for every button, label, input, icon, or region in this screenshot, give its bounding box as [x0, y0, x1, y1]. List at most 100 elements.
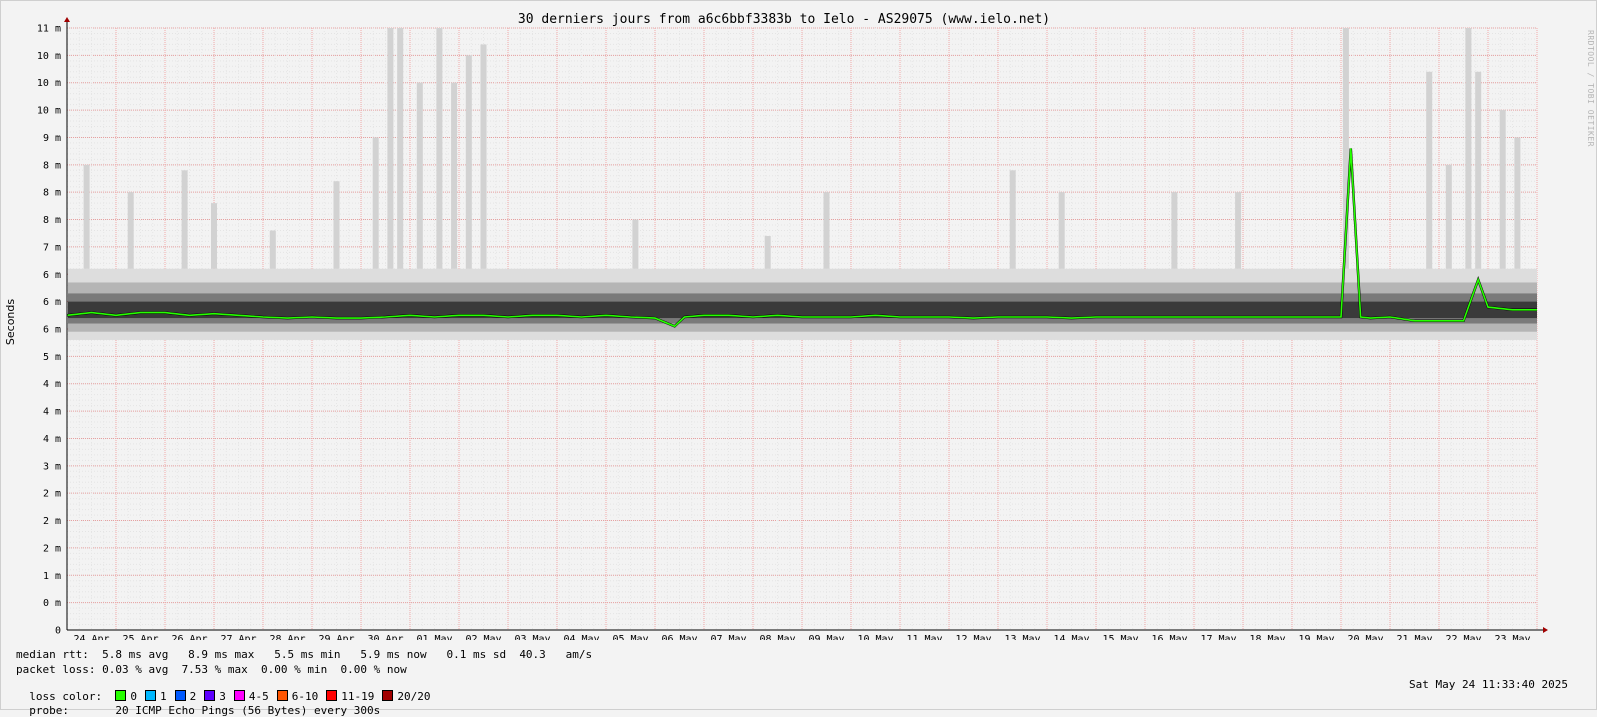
x-tick-label: 11 May	[906, 634, 942, 640]
spike-bar	[1445, 164, 1452, 269]
y-tick-label: 2 m	[43, 516, 61, 527]
y-tick-label: 8 m	[43, 215, 61, 226]
spike-bar	[1514, 137, 1521, 269]
y-tick-label: 4 m	[43, 407, 61, 418]
y-tick-label: 0	[55, 626, 61, 637]
spike-bar	[436, 28, 443, 269]
x-tick-label: 06 May	[661, 634, 697, 640]
spike-bar	[1171, 192, 1178, 269]
chart-title: 30 derniers jours from a6c6bbf3383b to I…	[518, 12, 1050, 27]
x-tick-label: 25 Apr	[122, 634, 158, 640]
x-tick-labels: 24 Apr 25 Apr 26 Apr 27 Apr 28 Apr 29 Apr 30 A…	[73, 634, 1530, 640]
x-tick-label: 16 May	[1151, 634, 1187, 640]
y-tick-label: 6 m	[43, 325, 61, 336]
x-tick-label: 05 May	[612, 634, 648, 640]
spike-bar	[211, 203, 217, 269]
x-tick-label: 03 May	[514, 634, 550, 640]
x-tick-label: 09 May	[808, 634, 844, 640]
spike-bar	[1465, 28, 1472, 269]
spike-bar	[387, 28, 394, 269]
spike-bar	[127, 192, 134, 269]
spike-bar	[764, 235, 771, 269]
spike-bar	[632, 219, 639, 269]
spike-bar	[397, 28, 404, 269]
x-tick-label: 12 May	[955, 634, 991, 640]
loss-color-text: 20/20	[397, 690, 431, 703]
spike-bar	[1058, 192, 1065, 269]
x-tick-label: 26 Apr	[171, 634, 207, 640]
x-tick-label: 17 May	[1200, 634, 1236, 640]
spike-bar	[372, 137, 379, 269]
spike-bar	[465, 55, 472, 269]
y-tick-label: 2 m	[43, 489, 61, 500]
x-tick-label: 02 May	[465, 634, 501, 640]
y-tick-label: 3 m	[43, 461, 61, 472]
y-tick-label: 7 m	[43, 242, 61, 253]
x-tick-label: 20 May	[1347, 634, 1383, 640]
loss-color-item: 20/20	[382, 690, 430, 703]
y-tick-label: 4 m	[43, 379, 61, 390]
y-tick-label: 10 m	[37, 106, 61, 117]
y-tick-label: 10 m	[37, 51, 61, 62]
spike-bar	[1009, 170, 1016, 269]
y-tick-label: 2 m	[43, 543, 61, 554]
y-axis-label: Seconds	[4, 299, 17, 345]
smoke-band	[68, 268, 1537, 340]
spike-bar	[416, 82, 423, 269]
x-tick-label: 27 Apr	[220, 634, 256, 640]
legend-loss-color: loss color: 0 1 2 3 4-5 6-10 11-19 20/20	[16, 677, 438, 703]
x-tick-label: 07 May	[710, 634, 746, 640]
legend-packet-loss: packet loss: 0.03 % avg 7.53 % max 0.00 …	[16, 663, 407, 676]
x-tick-label: 18 May	[1249, 634, 1285, 640]
spike-bar	[451, 82, 458, 269]
y-tick-label: 6 m	[43, 297, 61, 308]
x-tick-label: 21 May	[1396, 634, 1432, 640]
spike-bar	[480, 44, 487, 269]
y-tick-label: 5 m	[43, 352, 61, 363]
x-tick-label: 04 May	[563, 634, 599, 640]
x-tick-label: 19 May	[1298, 634, 1334, 640]
loss-color-swatch	[382, 690, 394, 701]
probe-label: probe:	[29, 704, 69, 717]
latency-chart: 30 derniers jours from a6c6bbf3383b to I…	[4, 12, 1548, 640]
x-axis-arrow	[1543, 627, 1548, 633]
spike-bar	[1475, 71, 1482, 269]
x-tick-label: 23 May	[1494, 634, 1530, 640]
legend-probe: probe: 20 ICMP Echo Pings (56 Bytes) eve…	[16, 691, 380, 717]
y-tick-label: 11 m	[37, 24, 61, 35]
x-tick-label: 24 Apr	[73, 634, 109, 640]
y-tick-label: 4 m	[43, 434, 61, 445]
y-tick-label: 8 m	[43, 188, 61, 199]
x-tick-label: 30 Apr	[367, 634, 403, 640]
y-tick-label: 0 m	[43, 598, 61, 609]
x-tick-label: 15 May	[1102, 634, 1138, 640]
x-tick-label: 29 Apr	[318, 634, 354, 640]
x-tick-label: 22 May	[1445, 634, 1481, 640]
x-tick-label: 14 May	[1053, 634, 1089, 640]
spike-bar	[823, 192, 830, 269]
spike-bar	[269, 230, 276, 269]
y-tick-labels: 0 0 m 1 m 2 m 2 m 2 m 3 m 4 m 4 m 4 m 5 m 6 m 6 m 6 m…	[37, 24, 61, 637]
spike-bar	[83, 164, 90, 269]
spike-bar	[181, 170, 188, 269]
x-tick-label: 10 May	[857, 634, 893, 640]
x-tick-label: 13 May	[1004, 634, 1040, 640]
y-tick-label: 8 m	[43, 160, 61, 171]
y-tick-label: 6 m	[43, 270, 61, 281]
legend-median-rtt: median rtt: 5.8 ms avg 8.9 ms max 5.5 ms…	[16, 648, 593, 661]
spike-bar	[333, 181, 340, 269]
probe-text: 20 ICMP Echo Pings (56 Bytes) every 300s	[115, 704, 381, 717]
smoke-layer	[68, 301, 1537, 319]
x-tick-label: 08 May	[759, 634, 795, 640]
x-tick-label: 01 May	[416, 634, 452, 640]
y-tick-label: 10 m	[37, 78, 61, 89]
spike-bar	[1426, 71, 1433, 269]
spike-bar	[1499, 110, 1506, 269]
x-tick-label: 28 Apr	[269, 634, 305, 640]
y-tick-label: 9 m	[43, 133, 61, 144]
watermark: RRDTOOL / TOBI OETIKER	[1586, 30, 1595, 147]
timestamp: Sat May 24 11:33:40 2025	[1409, 678, 1568, 691]
spike-bar	[1235, 192, 1242, 269]
y-tick-label: 1 m	[43, 571, 61, 582]
y-axis-arrow	[64, 17, 70, 22]
